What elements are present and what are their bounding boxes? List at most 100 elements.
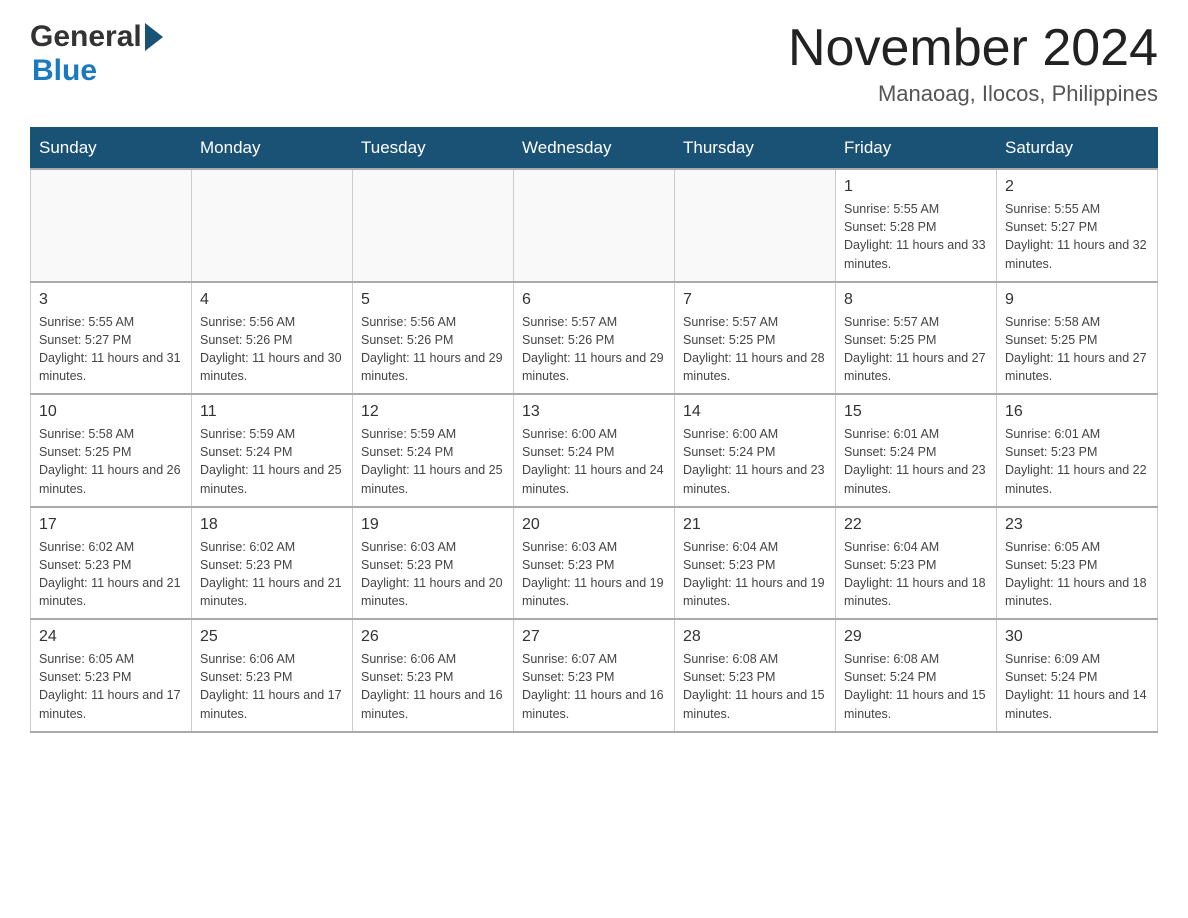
calendar-cell: 17 Sunrise: 6:02 AMSunset: 5:23 PMDayligh… [31, 507, 192, 620]
month-title: November 2024 [788, 20, 1158, 77]
day-number: 9 [1005, 291, 1149, 309]
calendar-cell [353, 169, 514, 282]
day-info: Sunrise: 6:05 AMSunset: 5:23 PMDaylight:… [39, 650, 183, 723]
day-number: 10 [39, 403, 183, 421]
calendar-cell: 12 Sunrise: 5:59 AMSunset: 5:24 PMDayligh… [353, 394, 514, 507]
day-info: Sunrise: 6:04 AMSunset: 5:23 PMDaylight:… [683, 538, 827, 611]
day-number: 21 [683, 516, 827, 534]
location: Manaoag, Ilocos, Philippines [788, 81, 1158, 107]
col-header-saturday: Saturday [997, 128, 1158, 170]
day-number: 13 [522, 403, 666, 421]
calendar-cell: 22Sunrise: 6:04 AMSunset: 5:23 PMDayligh… [836, 507, 997, 620]
calendar-cell: 3 Sunrise: 5:55 AMSunset: 5:27 PMDaylight… [31, 282, 192, 395]
calendar-cell: 6 Sunrise: 5:57 AMSunset: 5:26 PMDaylight… [514, 282, 675, 395]
day-number: 7 [683, 291, 827, 309]
page-header: General Blue November 2024 Manaoag, Iloc… [30, 20, 1158, 107]
day-number: 12 [361, 403, 505, 421]
day-info: Sunrise: 5:59 AMSunset: 5:24 PMDaylight:… [361, 425, 505, 498]
col-header-wednesday: Wednesday [514, 128, 675, 170]
week-row-4: 17 Sunrise: 6:02 AMSunset: 5:23 PMDayligh… [31, 507, 1158, 620]
calendar-cell: 19 Sunrise: 6:03 AMSunset: 5:23 PMDayligh… [353, 507, 514, 620]
calendar-cell: 14 Sunrise: 6:00 AMSunset: 5:24 PMDayligh… [675, 394, 836, 507]
day-info: Sunrise: 5:55 AMSunset: 5:27 PMDaylight:… [39, 313, 183, 386]
day-info: Sunrise: 6:03 AMSunset: 5:23 PMDaylight:… [361, 538, 505, 611]
calendar-cell [192, 169, 353, 282]
day-number: 26 [361, 628, 505, 646]
day-number: 2 [1005, 178, 1149, 196]
day-number: 18 [200, 516, 344, 534]
day-number: 24 [39, 628, 183, 646]
calendar-cell: 7 Sunrise: 5:57 AMSunset: 5:25 PMDaylight… [675, 282, 836, 395]
day-info: Sunrise: 6:02 AMSunset: 5:23 PMDaylight:… [200, 538, 344, 611]
week-row-2: 3 Sunrise: 5:55 AMSunset: 5:27 PMDaylight… [31, 282, 1158, 395]
day-number: 25 [200, 628, 344, 646]
logo: General Blue [30, 20, 163, 88]
day-info: Sunrise: 5:59 AMSunset: 5:24 PMDaylight:… [200, 425, 344, 498]
week-row-3: 10 Sunrise: 5:58 AMSunset: 5:25 PMDayligh… [31, 394, 1158, 507]
day-info: Sunrise: 6:05 AMSunset: 5:23 PMDaylight:… [1005, 538, 1149, 611]
col-header-tuesday: Tuesday [353, 128, 514, 170]
calendar-cell: 15Sunrise: 6:01 AMSunset: 5:24 PMDayligh… [836, 394, 997, 507]
day-info: Sunrise: 5:56 AMSunset: 5:26 PMDaylight:… [361, 313, 505, 386]
day-info: Sunrise: 5:58 AMSunset: 5:25 PMDaylight:… [39, 425, 183, 498]
calendar-header-row: SundayMondayTuesdayWednesdayThursdayFrid… [31, 128, 1158, 170]
calendar-cell: 20 Sunrise: 6:03 AMSunset: 5:23 PMDayligh… [514, 507, 675, 620]
calendar-cell: 25Sunrise: 6:06 AMSunset: 5:23 PMDayligh… [192, 619, 353, 732]
day-number: 14 [683, 403, 827, 421]
day-info: Sunrise: 5:58 AMSunset: 5:25 PMDaylight:… [1005, 313, 1149, 386]
calendar-cell: 27 Sunrise: 6:07 AMSunset: 5:23 PMDayligh… [514, 619, 675, 732]
col-header-friday: Friday [836, 128, 997, 170]
calendar-cell: 30Sunrise: 6:09 AMSunset: 5:24 PMDayligh… [997, 619, 1158, 732]
day-info: Sunrise: 6:09 AMSunset: 5:24 PMDaylight:… [1005, 650, 1149, 723]
day-info: Sunrise: 6:00 AMSunset: 5:24 PMDaylight:… [683, 425, 827, 498]
day-number: 3 [39, 291, 183, 309]
day-info: Sunrise: 6:02 AMSunset: 5:23 PMDaylight:… [39, 538, 183, 611]
calendar-cell [31, 169, 192, 282]
day-info: Sunrise: 5:57 AMSunset: 5:26 PMDaylight:… [522, 313, 666, 386]
day-info: Sunrise: 6:03 AMSunset: 5:23 PMDaylight:… [522, 538, 666, 611]
logo-chevron-icon [145, 23, 163, 51]
week-row-5: 24 Sunrise: 6:05 AMSunset: 5:23 PMDayligh… [31, 619, 1158, 732]
day-number: 5 [361, 291, 505, 309]
day-number: 20 [522, 516, 666, 534]
calendar-cell: 1Sunrise: 5:55 AMSunset: 5:28 PMDaylight… [836, 169, 997, 282]
day-info: Sunrise: 5:55 AMSunset: 5:27 PMDaylight:… [1005, 200, 1149, 273]
day-info: Sunrise: 6:08 AMSunset: 5:23 PMDaylight:… [683, 650, 827, 723]
day-info: Sunrise: 6:01 AMSunset: 5:23 PMDaylight:… [1005, 425, 1149, 498]
day-number: 23 [1005, 516, 1149, 534]
day-number: 6 [522, 291, 666, 309]
calendar-cell: 24 Sunrise: 6:05 AMSunset: 5:23 PMDayligh… [31, 619, 192, 732]
calendar-cell: 16Sunrise: 6:01 AMSunset: 5:23 PMDayligh… [997, 394, 1158, 507]
day-number: 8 [844, 291, 988, 309]
calendar-cell: 11 Sunrise: 5:59 AMSunset: 5:24 PMDayligh… [192, 394, 353, 507]
calendar-cell: 10 Sunrise: 5:58 AMSunset: 5:25 PMDayligh… [31, 394, 192, 507]
day-info: Sunrise: 5:57 AMSunset: 5:25 PMDaylight:… [683, 313, 827, 386]
day-info: Sunrise: 5:56 AMSunset: 5:26 PMDaylight:… [200, 313, 344, 386]
calendar-table: SundayMondayTuesdayWednesdayThursdayFrid… [30, 127, 1158, 733]
week-row-1: 1Sunrise: 5:55 AMSunset: 5:28 PMDaylight… [31, 169, 1158, 282]
day-number: 19 [361, 516, 505, 534]
day-info: Sunrise: 6:07 AMSunset: 5:23 PMDaylight:… [522, 650, 666, 723]
calendar-cell: 28 Sunrise: 6:08 AMSunset: 5:23 PMDayligh… [675, 619, 836, 732]
day-info: Sunrise: 6:00 AMSunset: 5:24 PMDaylight:… [522, 425, 666, 498]
day-number: 27 [522, 628, 666, 646]
calendar-cell: 23 Sunrise: 6:05 AMSunset: 5:23 PMDayligh… [997, 507, 1158, 620]
calendar-cell: 8 Sunrise: 5:57 AMSunset: 5:25 PMDaylight… [836, 282, 997, 395]
day-info: Sunrise: 6:08 AMSunset: 5:24 PMDaylight:… [844, 650, 988, 723]
day-number: 17 [39, 516, 183, 534]
day-number: 4 [200, 291, 344, 309]
col-header-sunday: Sunday [31, 128, 192, 170]
calendar-cell: 2 Sunrise: 5:55 AMSunset: 5:27 PMDaylight… [997, 169, 1158, 282]
day-info: Sunrise: 5:57 AMSunset: 5:25 PMDaylight:… [844, 313, 988, 386]
col-header-thursday: Thursday [675, 128, 836, 170]
calendar-cell: 21 Sunrise: 6:04 AMSunset: 5:23 PMDayligh… [675, 507, 836, 620]
logo-blue-text: Blue [32, 54, 97, 88]
day-number: 28 [683, 628, 827, 646]
day-number: 15 [844, 403, 988, 421]
day-number: 22 [844, 516, 988, 534]
calendar-cell: 4 Sunrise: 5:56 AMSunset: 5:26 PMDaylight… [192, 282, 353, 395]
title-section: November 2024 Manaoag, Ilocos, Philippin… [788, 20, 1158, 107]
day-number: 29 [844, 628, 988, 646]
calendar-cell: 5 Sunrise: 5:56 AMSunset: 5:26 PMDaylight… [353, 282, 514, 395]
day-number: 11 [200, 403, 344, 421]
